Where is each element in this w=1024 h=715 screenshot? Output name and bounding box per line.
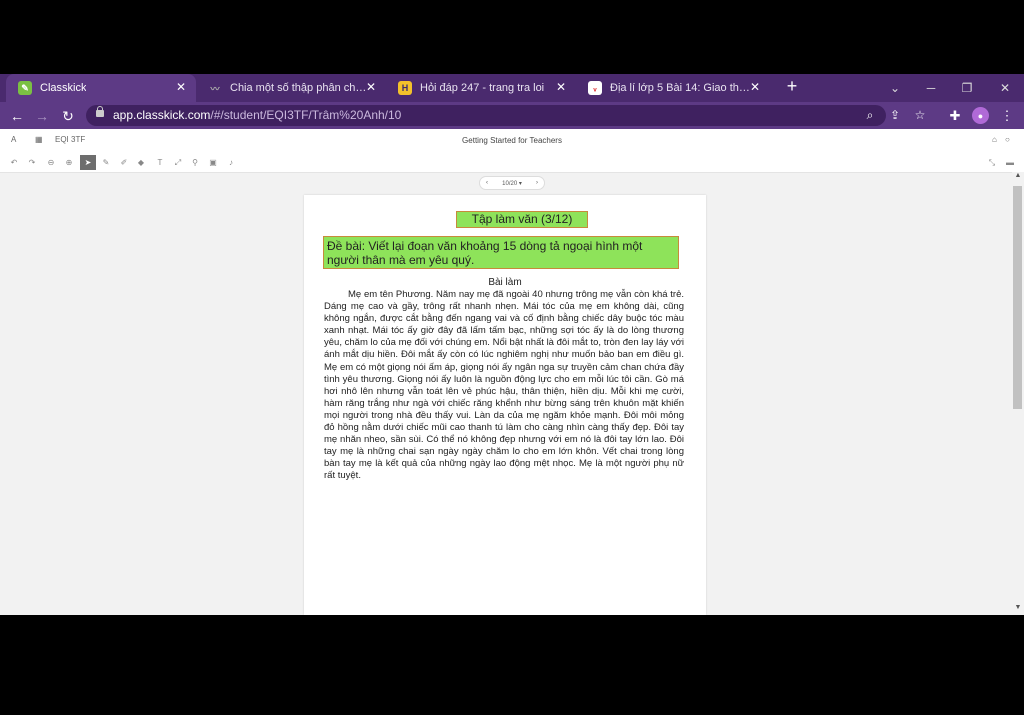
worksheet-page[interactable]: Tập làm văn (3/12) Đề bài: Viết lại đoạn… (304, 195, 706, 615)
url-text[interactable]: app.classkick.com/#/student/EQI3TF/Trâm%… (113, 108, 401, 122)
browser-toolbar: ← → ↻ app.classkick.com/#/student/EQI3TF… (0, 102, 1024, 129)
pointer-tool-icon[interactable]: ➤ (80, 155, 96, 170)
essay-heading: Bài làm (488, 277, 522, 288)
close-tab-icon[interactable]: ✕ (556, 80, 566, 94)
more-menu-icon[interactable]: ⋮ (997, 106, 1017, 126)
undo-icon[interactable]: ↶ (6, 155, 22, 170)
tab-chia-so-thap-phan[interactable]: 〰 Chia một số thập phân cho một s ✕ (196, 74, 386, 102)
worksheet-title: Tập làm văn (3/12) (456, 211, 588, 228)
scroll-thumb[interactable] (1013, 186, 1022, 409)
tab-title: Địa lí lớp 5 Bài 14: Giao thông vận (610, 82, 750, 94)
text-tool-icon[interactable]: T (152, 155, 168, 170)
close-window-icon[interactable]: ✕ (988, 74, 1022, 102)
profile-avatar[interactable]: ● (972, 107, 989, 124)
lock-icon (96, 106, 104, 117)
scroll-up-icon[interactable]: ▲ (1012, 172, 1024, 179)
tab-hoi-dap-247[interactable]: H Hỏi đáp 247 - trang tra loi ✕ (386, 74, 576, 102)
redo-icon[interactable]: ↷ (24, 155, 40, 170)
classkick-app: A ▦ EQI 3TF Getting Started for Teachers… (0, 129, 1024, 615)
app-header: A ▦ EQI 3TF Getting Started for Teachers… (0, 129, 1024, 154)
tab-classkick[interactable]: ✎ Classkick ✕ (6, 74, 196, 102)
document-title: Getting Started for Teachers (462, 136, 562, 145)
highlighter-tool-icon[interactable]: ✐ (116, 155, 132, 170)
share-icon[interactable]: ⇪ (887, 107, 903, 123)
prev-page-icon[interactable]: ‹ (486, 180, 488, 186)
hoidap-favicon-icon: H (398, 81, 412, 95)
zoom-icon[interactable]: ⌕ (862, 107, 878, 123)
microphone-tool-icon[interactable]: ♪ (223, 155, 239, 170)
browser-tabbar: ✎ Classkick ✕ 〰 Chia một số thập phân ch… (0, 74, 1024, 102)
trash-icon[interactable]: ▬ (1002, 155, 1018, 170)
new-tab-icon[interactable]: + (782, 76, 802, 97)
restore-icon[interactable]: ❐ (950, 74, 984, 102)
reload-icon[interactable]: ↻ (58, 106, 78, 126)
close-tab-icon[interactable]: ✕ (176, 80, 186, 94)
letterbox-bottom (0, 615, 1024, 715)
url-host: app.classkick.com (113, 108, 211, 122)
classkick-favicon-icon: ✎ (18, 81, 32, 95)
notification-count-icon: ○ (1005, 135, 1010, 144)
site-favicon-icon: 〰 (210, 83, 220, 94)
tab-search-chevron-icon[interactable]: ⌄ (878, 74, 912, 102)
back-arrow-icon[interactable]: ← (7, 106, 27, 126)
bookmark-star-icon[interactable]: ☆ (912, 107, 928, 123)
assignment-prompt: Đề bài: Viết lại đoạn văn khoảng 15 dòng… (323, 236, 679, 269)
zoom-out-icon[interactable]: ⊖ (43, 155, 59, 170)
scroll-down-icon[interactable]: ▼ (1012, 604, 1024, 611)
tab-dia-li-lop-5[interactable]: ᵥ Địa lí lớp 5 Bài 14: Giao thông vận ✕ (576, 74, 770, 102)
camera-tool-icon[interactable]: ▣ (205, 155, 221, 170)
page-selector[interactable]: 10/20 ▾ (502, 180, 522, 187)
next-page-icon[interactable]: › (536, 180, 538, 186)
drawing-toolbar: ↶ ↷ ⊖ ⊕ ➤ ✎ ✐ ◆ T ⤢ ⚲ ▣ ♪ ⤡ ▬ (0, 153, 1024, 173)
line-tool-icon[interactable]: ⤢ (170, 155, 186, 170)
zoom-in-icon[interactable]: ⊕ (61, 155, 77, 170)
url-path: /#/student/EQI3TF/Trâm%20Anh/10 (210, 108, 402, 122)
eraser-tool-icon[interactable]: ◆ (133, 155, 149, 170)
essay-text: Mẹ em tên Phương. Năm nay mẹ đã ngoài 40… (324, 289, 684, 482)
close-tab-icon[interactable]: ✕ (366, 80, 376, 94)
forward-arrow-icon[interactable]: → (32, 106, 52, 126)
bell-icon[interactable]: ⌂ (992, 135, 997, 144)
extensions-puzzle-icon[interactable]: ✚ (945, 106, 965, 126)
minimize-icon[interactable]: ─ (914, 74, 948, 102)
address-bar[interactable]: app.classkick.com/#/student/EQI3TF/Trâm%… (86, 105, 925, 126)
tab-title: Hỏi đáp 247 - trang tra loi (420, 82, 545, 94)
page-navigator: ‹ 10/20 ▾ › (479, 176, 545, 190)
vertical-scrollbar[interactable]: ▲ ▼ (1012, 172, 1024, 615)
pen-tool-icon[interactable]: ✎ (98, 155, 114, 170)
tab-title: Classkick (40, 82, 87, 94)
link-tool-icon[interactable]: ⚲ (187, 155, 203, 170)
vietjack-favicon-icon: ᵥ (588, 81, 602, 95)
tab-title: Chia một số thập phân cho một s (230, 82, 368, 94)
fullscreen-icon[interactable]: ⤡ (984, 155, 1000, 170)
close-tab-icon[interactable]: ✕ (750, 80, 760, 94)
